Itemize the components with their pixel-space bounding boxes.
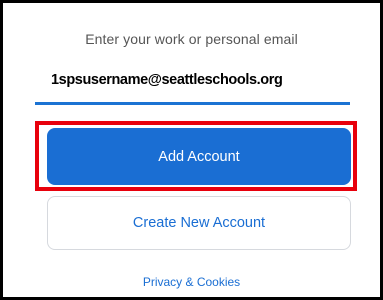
create-new-account-button[interactable]: Create New Account bbox=[47, 196, 351, 250]
screenshot-frame: Enter your work or personal email 1spsus… bbox=[0, 0, 383, 300]
add-account-button[interactable]: Add Account bbox=[47, 128, 351, 185]
create-new-account-label: Create New Account bbox=[132, 215, 266, 231]
email-prompt-label: Enter your work or personal email bbox=[85, 31, 298, 47]
add-account-label: Add Account bbox=[158, 148, 240, 165]
privacy-cookies-link[interactable]: Privacy & Cookies bbox=[0, 275, 383, 289]
email-input[interactable]: 1spsusername@seattleschools.org bbox=[51, 72, 283, 88]
email-input-underline bbox=[35, 102, 350, 105]
